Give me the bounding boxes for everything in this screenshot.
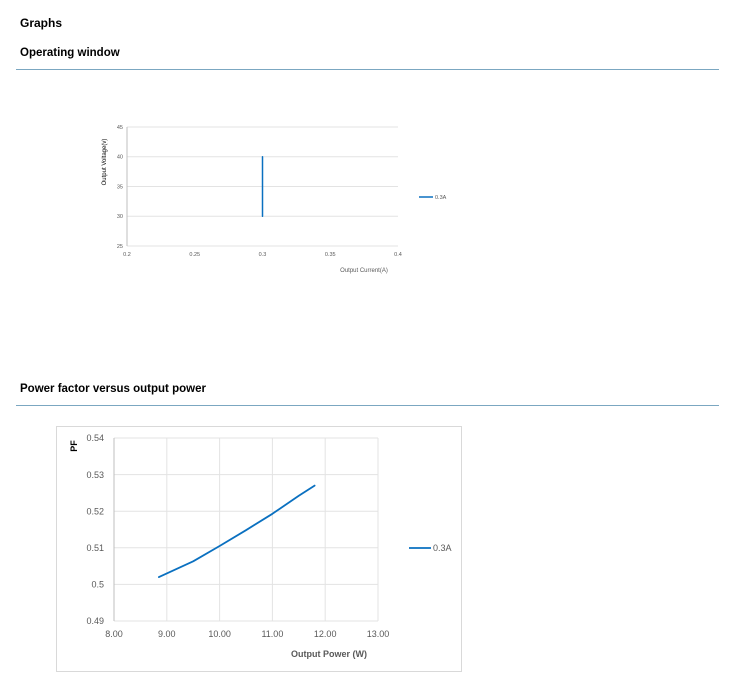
- x-axis-label: Output Power (W): [291, 649, 367, 659]
- legend-label: 0.3A: [433, 543, 452, 553]
- x-tick-label: 12.00: [314, 629, 337, 639]
- pf-vs-power-svg: 0.49 0.5 0.51 0.52 0.53 0.54 8.00 9.00 10.00 11.0…: [69, 433, 452, 659]
- y-axis-label: PF: [69, 440, 79, 452]
- y-tick-label: 0.54: [86, 433, 104, 443]
- x-tick-label: 10.00: [208, 629, 231, 639]
- y-tick-label: 0.49: [86, 616, 104, 626]
- pf-vs-power-chart: 0.49 0.5 0.51 0.52 0.53 0.54 8.00 9.00 10.00 11.0…: [0, 0, 730, 694]
- x-tick-label: 13.00: [367, 629, 390, 639]
- series-line-0: [157, 484, 316, 578]
- y-tick-label: 0.53: [86, 470, 104, 480]
- x-tick-label: 9.00: [158, 629, 176, 639]
- y-tick-label: 0.51: [86, 543, 104, 553]
- y-tick-label: 0.5: [91, 580, 104, 590]
- x-tick-label: 11.00: [261, 629, 283, 639]
- y-tick-label: 0.52: [86, 506, 104, 516]
- x-tick-label: 8.00: [105, 629, 123, 639]
